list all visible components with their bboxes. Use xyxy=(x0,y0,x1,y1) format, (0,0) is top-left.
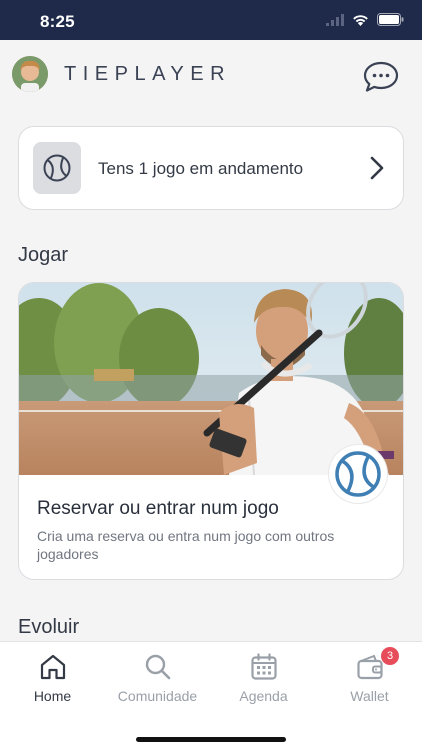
tab-wallet[interactable]: 3 Wallet xyxy=(317,642,422,718)
chat-bubble-icon xyxy=(363,61,399,92)
home-indicator[interactable] xyxy=(136,737,286,742)
play-badge xyxy=(329,445,387,503)
battery-icon xyxy=(377,13,404,26)
tab-bar: Home Comunidade Agenda 3 Wallet xyxy=(0,641,422,717)
tab-community[interactable]: Comunidade xyxy=(105,642,210,718)
section-title-evolve: Evoluir xyxy=(18,616,80,638)
app-header: TIEPLAYER xyxy=(0,40,422,112)
progress-icon-container xyxy=(33,142,81,194)
status-time: 8:25 xyxy=(40,12,75,31)
wallet-badge: 3 xyxy=(381,647,399,665)
tab-label: Wallet xyxy=(350,688,389,704)
home-indicator-area xyxy=(0,717,422,750)
calendar-icon xyxy=(250,653,277,680)
book-game-card[interactable]: Reservar ou entrar num jogo Cria uma res… xyxy=(18,282,404,580)
book-game-title: Reservar ou entrar num jogo xyxy=(37,498,279,519)
game-in-progress-card[interactable]: Tens 1 jogo em andamento xyxy=(18,126,404,210)
status-bar: 8:25 xyxy=(0,0,422,40)
wifi-icon xyxy=(353,14,368,26)
home-icon xyxy=(40,654,65,680)
status-icons xyxy=(326,13,404,26)
tab-home[interactable]: Home xyxy=(0,642,105,718)
game-in-progress-text: Tens 1 jogo em andamento xyxy=(98,159,304,178)
tab-agenda[interactable]: Agenda xyxy=(211,642,316,718)
tab-label: Agenda xyxy=(239,688,288,704)
signal-icon xyxy=(326,13,344,26)
tennis-ball-icon xyxy=(43,154,71,182)
tennis-ball-icon xyxy=(335,451,381,497)
section-title-play: Jogar xyxy=(18,244,69,266)
chevron-right-icon xyxy=(370,156,384,180)
book-game-description: Cria uma reserva ou entra num jogo com o… xyxy=(37,528,335,562)
chat-button[interactable] xyxy=(362,60,400,94)
app-brand: TIEPLAYER xyxy=(64,63,232,85)
wallet-icon xyxy=(356,654,383,680)
search-icon xyxy=(145,654,170,680)
avatar[interactable] xyxy=(12,56,48,92)
tab-label: Home xyxy=(33,688,72,704)
tab-label: Comunidade xyxy=(117,688,198,704)
